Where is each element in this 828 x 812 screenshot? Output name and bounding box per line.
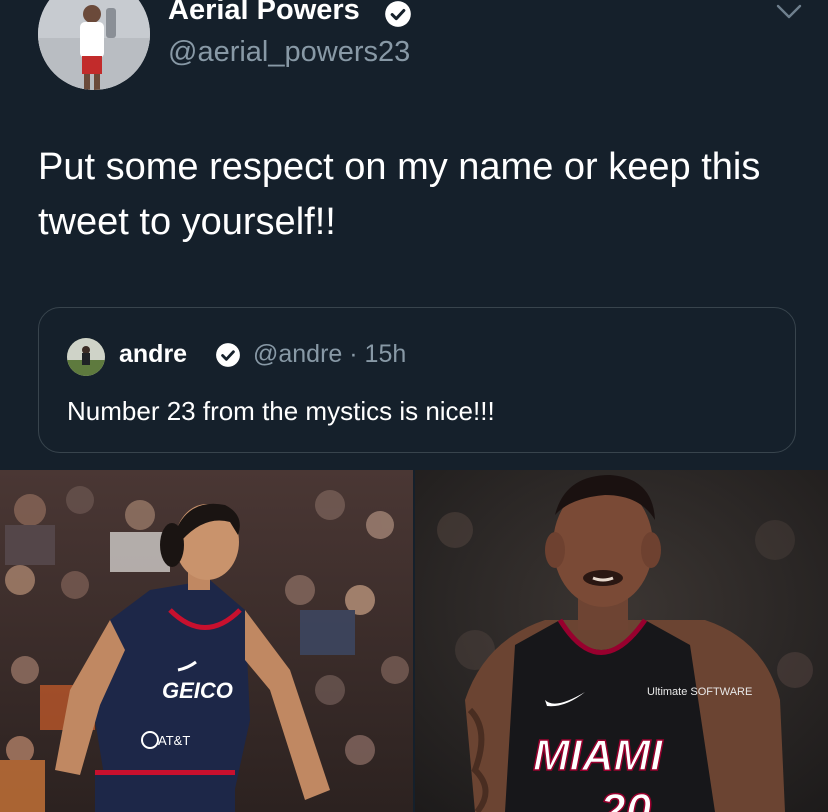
tweet-text: Put some respect on my name or keep this… — [38, 146, 761, 243]
jersey-sponsor-text: Ultimate SOFTWARE — [647, 686, 752, 698]
jersey-number-text: 20 — [599, 784, 652, 812]
chevron-down-icon[interactable] — [772, 0, 806, 24]
quoted-tweet-card[interactable]: andre @andre · 15h Number 23 from the my… — [38, 307, 796, 453]
photo-right-miami-player[interactable]: Ultimate SOFTWARE MIAMI 20 — [415, 470, 828, 812]
quoted-author-name[interactable]: andre — [119, 340, 187, 369]
photo-left-mystics-player[interactable]: GEICO AT&T — [0, 470, 413, 812]
verified-badge-icon — [385, 1, 411, 27]
author-display-name[interactable]: Aerial Powers — [168, 0, 360, 27]
quoted-tweet-text: Number 23 from the mystics is nice!!! — [67, 396, 495, 426]
author-handle[interactable]: @aerial_powers23 — [168, 36, 410, 69]
quoted-author-handle-time: @andre · 15h — [253, 340, 407, 368]
author-avatar[interactable] — [38, 0, 150, 90]
jersey-team-text: MIAMI — [533, 731, 663, 780]
jersey-patch-text: AT&T — [158, 733, 190, 748]
jersey-sponsor-text: GEICO — [162, 678, 233, 703]
verified-badge-icon — [216, 343, 240, 367]
tweet-screenshot: Aerial Powers @aerial_powers23 Put some … — [0, 0, 828, 812]
quoted-author-avatar[interactable] — [67, 338, 105, 376]
